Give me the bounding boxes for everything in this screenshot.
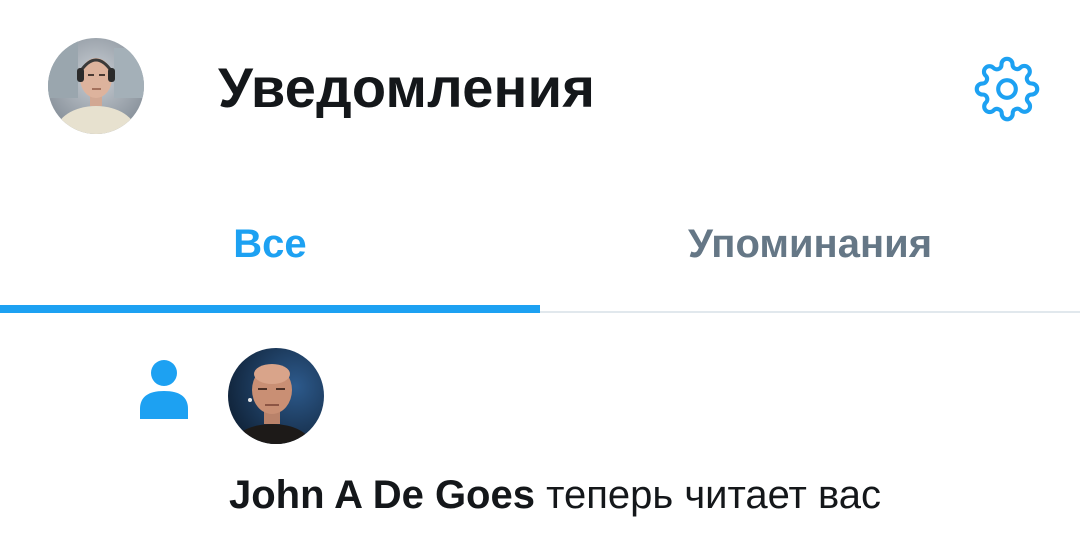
profile-avatar[interactable] [48, 38, 144, 134]
notification-user-name[interactable]: John A De Goes [229, 473, 535, 517]
follower-avatar-image [228, 348, 324, 444]
active-tab-indicator [0, 305, 540, 313]
follower-avatar[interactable] [228, 348, 324, 444]
notifications-screen: Уведомления Все Упоминания John A De Goe… [0, 0, 1080, 558]
notification-item[interactable]: John A De Goes теперь читает вас [0, 315, 1080, 558]
notification-tabs: Все Упоминания [0, 178, 1080, 313]
page-title: Уведомления [218, 56, 596, 119]
person-icon [136, 355, 192, 419]
user-avatar-image [48, 38, 144, 134]
notification-action: теперь читает вас [546, 473, 882, 517]
tab-all[interactable]: Все [0, 178, 540, 311]
tab-mentions[interactable]: Упоминания [540, 178, 1080, 311]
gear-icon [974, 56, 1040, 122]
notification-text: John A De Goes теперь читает вас [229, 467, 881, 523]
top-app-bar: Уведомления [0, 0, 1080, 178]
settings-button[interactable] [970, 52, 1044, 126]
